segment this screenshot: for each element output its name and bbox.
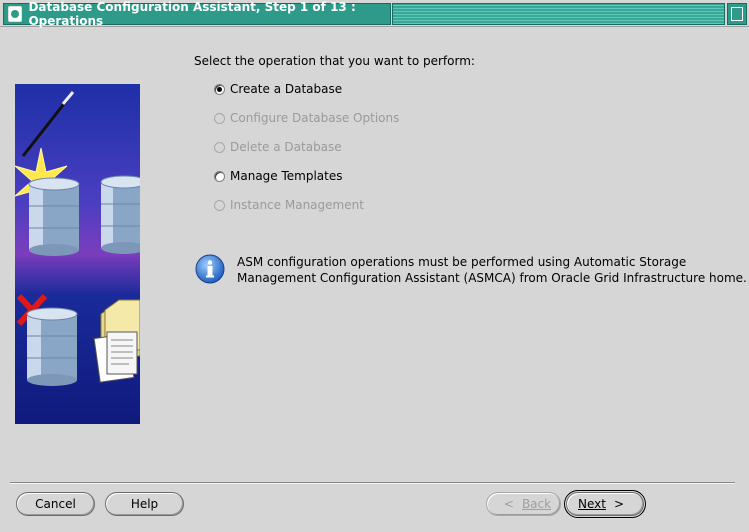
radio-button[interactable]: [214, 141, 225, 153]
next-arrow-icon: >: [613, 497, 625, 511]
radio-label[interactable]: Manage Templates: [230, 169, 343, 183]
cancel-button-label: Cancel: [35, 497, 76, 511]
radio-label[interactable]: Instance Management: [230, 198, 364, 212]
wizard-illustration: [15, 84, 140, 424]
operation-prompt: Select the operation that you want to pe…: [194, 54, 475, 68]
radio-button[interactable]: [214, 170, 225, 182]
title-bar-fill[interactable]: [392, 3, 725, 25]
window-menu-icon[interactable]: [8, 6, 23, 22]
back-arrow-icon: <: [503, 497, 514, 511]
help-button[interactable]: Help: [105, 492, 184, 516]
back-button-label: Back: [521, 497, 552, 511]
radio-instance-management[interactable]: Instance Management: [214, 197, 364, 213]
help-button-label: Help: [130, 497, 159, 511]
radio-button[interactable]: [214, 112, 225, 124]
title-bar[interactable]: Database Configuration Assistant, Step 1…: [0, 0, 749, 28]
info-line-2: Management Configuration Assistant (ASMC…: [237, 271, 747, 285]
info-icon: [195, 254, 225, 284]
maximize-icon[interactable]: [727, 3, 747, 25]
radio-button[interactable]: [214, 199, 225, 211]
radio-button[interactable]: [214, 83, 225, 95]
radio-label[interactable]: Create a Database: [230, 82, 342, 96]
radio-label[interactable]: Delete a Database: [230, 140, 342, 154]
next-button-label: Next: [577, 497, 606, 511]
next-button[interactable]: Next >: [564, 490, 646, 518]
radio-label[interactable]: Configure Database Options: [230, 111, 399, 125]
radio-create-database[interactable]: Create a Database: [214, 81, 342, 97]
radio-manage-templates[interactable]: Manage Templates: [214, 168, 343, 184]
info-line-1: ASM configuration operations must be per…: [237, 255, 687, 269]
window-title-area[interactable]: Database Configuration Assistant, Step 1…: [3, 0, 391, 28]
radio-delete-database[interactable]: Delete a Database: [214, 139, 342, 155]
radio-configure-database-options[interactable]: Configure Database Options: [214, 110, 399, 126]
window-title: Database Configuration Assistant, Step 1…: [28, 0, 356, 28]
back-button[interactable]: < Back: [486, 492, 561, 516]
footer-separator: [10, 482, 735, 484]
cancel-button[interactable]: Cancel: [16, 492, 95, 516]
asm-info-message: ASM configuration operations must be per…: [237, 254, 747, 286]
database-illustration-icon: [15, 91, 140, 386]
